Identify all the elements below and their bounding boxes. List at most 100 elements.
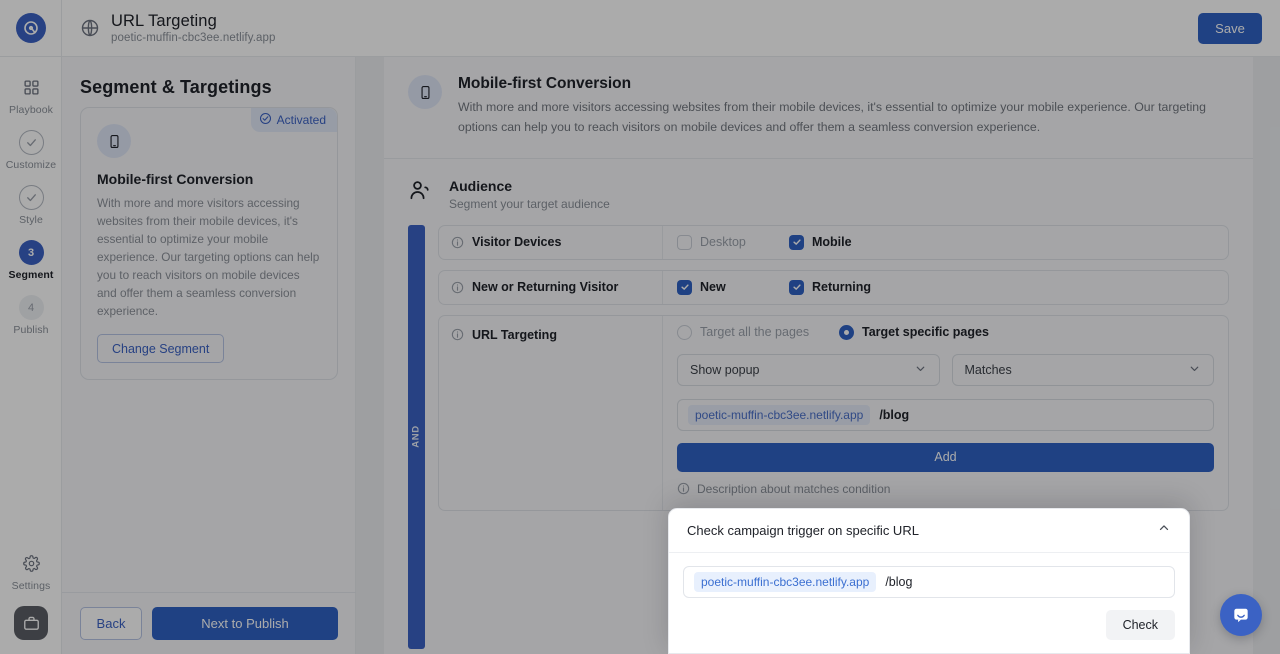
- gear-icon: [19, 551, 44, 576]
- segment-panel-title: Segment & Targetings: [80, 77, 355, 98]
- chat-bubble-icon[interactable]: [1220, 594, 1262, 636]
- chevron-down-icon: [914, 362, 927, 378]
- condition-options-cell: New Returning: [663, 271, 1228, 304]
- condition-label-cell: Visitor Devices: [439, 226, 663, 259]
- sidebar-item-label: Style: [19, 214, 43, 226]
- segment-card-title: Mobile-first Conversion: [97, 171, 321, 187]
- info-icon: [677, 482, 690, 495]
- status-badge-label: Activated: [277, 113, 326, 127]
- hero-section: Mobile-first Conversion With more and mo…: [384, 57, 1253, 159]
- radio-dot: [839, 325, 854, 340]
- sidebar-item-settings[interactable]: Settings: [0, 551, 62, 592]
- checkbox-box: [677, 235, 692, 250]
- top-bar: URL Targeting poetic-muffin-cbc3ee.netli…: [0, 0, 1280, 57]
- checkbox-box: [677, 280, 692, 295]
- back-button[interactable]: Back: [80, 607, 142, 640]
- and-operator-label: AND: [411, 426, 422, 448]
- condition-name: URL Targeting: [472, 328, 557, 342]
- option-label: Target specific pages: [862, 325, 989, 339]
- segment-column: Segment & Targetings Activated Mobile-fi…: [62, 57, 356, 654]
- checkbox-desktop[interactable]: Desktop: [677, 235, 789, 250]
- sidebar-item-style[interactable]: Style: [0, 185, 62, 226]
- check-trigger-panel-body: poetic-muffin-cbc3ee.netlify.app /blog: [669, 553, 1189, 598]
- chevron-up-icon[interactable]: [1157, 521, 1171, 540]
- action-select-value: Show popup: [690, 363, 760, 377]
- sidebar-item-label: Playbook: [9, 104, 53, 116]
- url-path-value: /blog: [879, 408, 909, 422]
- radio-target-specific-pages[interactable]: Target specific pages: [839, 325, 1001, 340]
- sidebar-item-label: Settings: [12, 580, 51, 592]
- option-label: Target all the pages: [700, 325, 809, 339]
- sidebar-item-playbook[interactable]: Playbook: [0, 75, 62, 116]
- info-icon[interactable]: [451, 281, 464, 294]
- grid-icon: [19, 75, 44, 100]
- option-label: Desktop: [700, 235, 746, 249]
- checkbox-mobile[interactable]: Mobile: [789, 235, 901, 250]
- chevron-down-icon: [1188, 362, 1201, 378]
- check-url-path-value: /blog: [885, 575, 912, 589]
- sidebar-item-publish[interactable]: 4 Publish: [0, 295, 62, 336]
- option-label: Mobile: [812, 235, 852, 249]
- info-icon[interactable]: [451, 236, 464, 249]
- save-button[interactable]: Save: [1198, 13, 1262, 44]
- and-operator-bar: AND: [408, 225, 425, 649]
- sidebar-item-label: Publish: [13, 324, 48, 336]
- segment-card-description: With more and more visitors accessing we…: [97, 195, 321, 320]
- page-title: URL Targeting: [111, 12, 276, 31]
- next-to-publish-button[interactable]: Next to Publish: [152, 607, 338, 640]
- audience-subtitle: Segment your target audience: [449, 197, 610, 211]
- check-circle-icon: [19, 130, 44, 155]
- checkbox-box: [789, 280, 804, 295]
- checkbox-new[interactable]: New: [677, 280, 789, 295]
- check-trigger-panel-header[interactable]: Check campaign trigger on specific URL: [669, 509, 1189, 553]
- condition-name: Visitor Devices: [472, 235, 561, 249]
- match-type-select[interactable]: Matches: [952, 354, 1215, 386]
- sidebar-item-label: Segment: [8, 269, 53, 281]
- match-type-select-value: Matches: [965, 363, 1012, 377]
- globe-icon: [80, 18, 100, 38]
- mobile-phone-icon: [97, 124, 131, 158]
- step-rail: Playbook Customize Style 3 Segment 4: [0, 57, 62, 654]
- brand-logo-icon[interactable]: [16, 13, 46, 43]
- condition-label-cell: New or Returning Visitor: [439, 271, 663, 304]
- option-label: New: [700, 280, 726, 294]
- condition-row-visitor-devices: Visitor Devices Desktop: [438, 225, 1229, 260]
- url-rule-editor: Show popup Matches: [663, 344, 1228, 510]
- option-label: Returning: [812, 280, 871, 294]
- sidebar-item-segment[interactable]: 3 Segment: [0, 240, 62, 281]
- mobile-phone-icon: [408, 75, 442, 109]
- check-circle-icon: [19, 185, 44, 210]
- checkbox-returning[interactable]: Returning: [789, 280, 901, 295]
- check-url-input[interactable]: poetic-muffin-cbc3ee.netlify.app /blog: [683, 566, 1175, 598]
- page-subtitle-url: poetic-muffin-cbc3ee.netlify.app: [111, 32, 276, 44]
- change-segment-button[interactable]: Change Segment: [97, 334, 224, 363]
- step-badge-4: 4: [19, 295, 44, 320]
- condition-row-new-or-returning-visitor: New or Returning Visitor New: [438, 270, 1229, 305]
- match-condition-hint-text: Description about matches condition: [697, 482, 890, 496]
- page-identity: URL Targeting poetic-muffin-cbc3ee.netli…: [80, 12, 276, 44]
- briefcase-icon[interactable]: [14, 606, 48, 640]
- sidebar-item-label: Customize: [6, 159, 57, 171]
- rail-bottom-group: Settings: [0, 551, 62, 640]
- url-targeting-body: Target all the pages Target specific pag…: [663, 316, 1228, 510]
- checkbox-box: [789, 235, 804, 250]
- info-icon[interactable]: [451, 328, 464, 341]
- hero-description: With more and more visitors accessing we…: [458, 98, 1218, 138]
- condition-row-url-targeting: URL Targeting Target all the pages: [438, 315, 1229, 511]
- radio-target-all-pages[interactable]: Target all the pages: [677, 325, 839, 340]
- people-icon: [408, 178, 432, 202]
- wizard-footer: Back Next to Publish: [62, 592, 356, 654]
- url-path-input[interactable]: poetic-muffin-cbc3ee.netlify.app /blog: [677, 399, 1214, 431]
- sidebar-item-customize[interactable]: Customize: [0, 130, 62, 171]
- hero-title: Mobile-first Conversion: [458, 75, 1218, 93]
- conditions-group: AND Visitor Devices: [408, 225, 1229, 511]
- status-badge: Activated: [251, 108, 337, 132]
- url-rule-selects: Show popup Matches: [677, 354, 1214, 386]
- add-rule-button[interactable]: Add: [677, 443, 1214, 472]
- action-select[interactable]: Show popup: [677, 354, 940, 386]
- audience-title: Audience: [449, 178, 610, 194]
- step-badge-3: 3: [19, 240, 44, 265]
- check-button[interactable]: Check: [1106, 610, 1175, 640]
- audience-header: Audience Segment your target audience: [384, 159, 1253, 225]
- brand-cell: [0, 0, 62, 57]
